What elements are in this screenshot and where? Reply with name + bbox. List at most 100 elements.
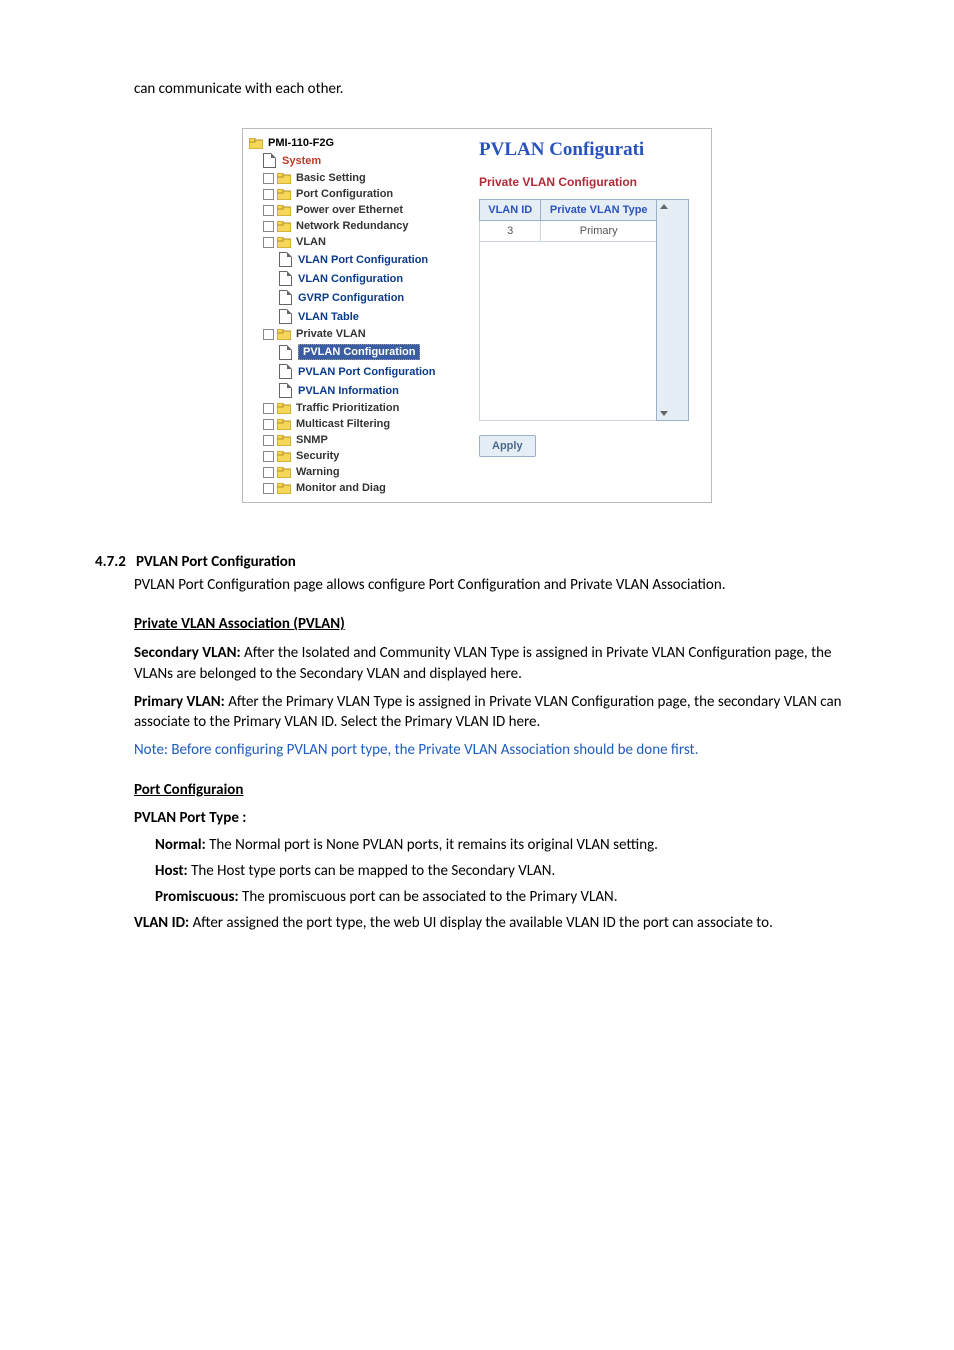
tree-pvlan-config[interactable]: PVLAN Configuration [249, 342, 469, 362]
folder-icon [277, 189, 291, 200]
folder-open-icon [277, 329, 291, 340]
toggle-icon[interactable] [263, 189, 274, 200]
tree-poe-label: Power over Ethernet [296, 204, 403, 216]
tree-pvlan-port-config-label: PVLAN Port Configuration [298, 366, 436, 378]
folder-icon [277, 221, 291, 232]
toggle-icon[interactable] [263, 419, 274, 430]
folder-open-icon [277, 237, 291, 248]
tree-vlan[interactable]: VLAN [249, 234, 469, 250]
toggle-icon[interactable] [263, 237, 274, 248]
note-text: Note: Before configuring PVLAN port type… [134, 740, 859, 760]
normal-para: Normal: The Normal port is None PVLAN po… [155, 835, 859, 855]
promiscuous-label: Promiscuous: [155, 888, 239, 906]
primary-vlan-text: After the Primary VLAN Type is assigned … [134, 693, 842, 731]
normal-label: Normal: [155, 836, 206, 854]
doc-icon [279, 252, 292, 267]
tree-warning[interactable]: Warning [249, 464, 469, 480]
section-title: Private VLAN Configuration [479, 175, 705, 189]
tree-vlan-table-label: VLAN Table [298, 311, 359, 323]
tree-multicast-label: Multicast Filtering [296, 418, 390, 430]
tree-vlan-table[interactable]: VLAN Table [249, 307, 469, 326]
tree-security-label: Security [296, 450, 339, 462]
tree-system-label: System [282, 155, 321, 167]
tree-private-vlan[interactable]: Private VLAN [249, 326, 469, 342]
scroll-down-icon[interactable] [660, 411, 668, 416]
folder-icon [277, 173, 291, 184]
scroll-up-icon[interactable] [660, 204, 668, 209]
tree-pvlan-port-config[interactable]: PVLAN Port Configuration [249, 362, 469, 381]
section-4-7-2-heading: 4.7.2 PVLAN Port Configuration [95, 553, 859, 571]
tree-root[interactable]: PMI-110-F2G [249, 135, 469, 151]
tree-vlan-config-label: VLAN Configuration [298, 273, 403, 285]
tree-poe[interactable]: Power over Ethernet [249, 202, 469, 218]
tree-pvlan-info[interactable]: PVLAN Information [249, 381, 469, 400]
host-text: The Host type ports can be mapped to the… [188, 862, 556, 880]
folder-icon [277, 205, 291, 216]
toggle-icon[interactable] [263, 467, 274, 478]
tree-port-config-label: Port Configuration [296, 188, 393, 200]
promiscuous-text: The promiscuous port can be associated t… [239, 888, 618, 906]
tree-snmp-label: SNMP [296, 434, 328, 446]
toggle-icon[interactable] [263, 483, 274, 494]
section-title-text: PVLAN Port Configuration [136, 553, 296, 571]
pvlan-assoc-heading: Private VLAN Association (PVLAN) [134, 615, 859, 633]
doc-icon [279, 345, 292, 360]
secondary-vlan-para: Secondary VLAN: After the Isolated and C… [134, 643, 859, 684]
primary-vlan-para: Primary VLAN: After the Primary VLAN Typ… [134, 692, 859, 733]
doc-icon [279, 364, 292, 379]
section-intro: PVLAN Port Configuration page allows con… [134, 575, 859, 595]
doc-icon [279, 271, 292, 286]
tree-basic-setting-label: Basic Setting [296, 172, 366, 184]
tree-monitor-label: Monitor and Diag [296, 482, 386, 494]
th-vlanid: VLAN ID [480, 200, 541, 221]
doc-icon [279, 290, 292, 305]
tree-root-label: PMI-110-F2G [268, 137, 334, 149]
tree-monitor[interactable]: Monitor and Diag [249, 480, 469, 496]
tree-system[interactable]: System [249, 151, 469, 170]
scrollbar[interactable] [657, 200, 689, 421]
intro-text: can communicate with each other. [134, 80, 859, 98]
empty-table-area [480, 242, 657, 421]
tree-traffic-pri[interactable]: Traffic Prioritization [249, 400, 469, 416]
cell-vlanid: 3 [480, 221, 541, 242]
tree-basic-setting[interactable]: Basic Setting [249, 170, 469, 186]
folder-icon [277, 467, 291, 478]
folder-icon [249, 138, 263, 149]
promiscuous-para: Promiscuous: The promiscuous port can be… [155, 887, 859, 907]
tree-gvrp-config[interactable]: GVRP Configuration [249, 288, 469, 307]
tree-vlan-config[interactable]: VLAN Configuration [249, 269, 469, 288]
tree-security[interactable]: Security [249, 448, 469, 464]
tree-snmp[interactable]: SNMP [249, 432, 469, 448]
doc-icon [279, 309, 292, 324]
folder-icon [277, 483, 291, 494]
folder-icon [277, 435, 291, 446]
tree-pvlan-config-label: PVLAN Configuration [298, 344, 420, 360]
vlanid-text: After assigned the port type, the web UI… [189, 914, 773, 932]
toggle-icon[interactable] [263, 205, 274, 216]
folder-icon [277, 419, 291, 430]
tree-net-redundancy-label: Network Redundancy [296, 220, 408, 232]
page-title: PVLAN Configurati [479, 139, 705, 161]
toggle-icon[interactable] [263, 451, 274, 462]
tree-port-config[interactable]: Port Configuration [249, 186, 469, 202]
cell-type: Primary [541, 221, 657, 242]
pvlan-port-type-heading: PVLAN Port Type : [134, 809, 859, 827]
tree-vlan-label: VLAN [296, 236, 326, 248]
toggle-icon[interactable] [263, 435, 274, 446]
toggle-icon[interactable] [263, 173, 274, 184]
toggle-icon[interactable] [263, 403, 274, 414]
screenshot-frame: PMI-110-F2G System Basic Setting Port Co… [242, 128, 712, 503]
tree-pvlan-info-label: PVLAN Information [298, 385, 399, 397]
tree-vlan-port-config[interactable]: VLAN Port Configuration [249, 250, 469, 269]
tree-multicast[interactable]: Multicast Filtering [249, 416, 469, 432]
host-label: Host: [155, 862, 188, 880]
tree-net-redundancy[interactable]: Network Redundancy [249, 218, 469, 234]
toggle-icon[interactable] [263, 221, 274, 232]
apply-button[interactable]: Apply [479, 435, 536, 457]
folder-icon [277, 451, 291, 462]
tree-traffic-pri-label: Traffic Prioritization [296, 402, 399, 414]
folder-icon [277, 403, 291, 414]
section-number: 4.7.2 [95, 553, 126, 571]
nav-tree: PMI-110-F2G System Basic Setting Port Co… [243, 129, 469, 502]
toggle-icon[interactable] [263, 329, 274, 340]
